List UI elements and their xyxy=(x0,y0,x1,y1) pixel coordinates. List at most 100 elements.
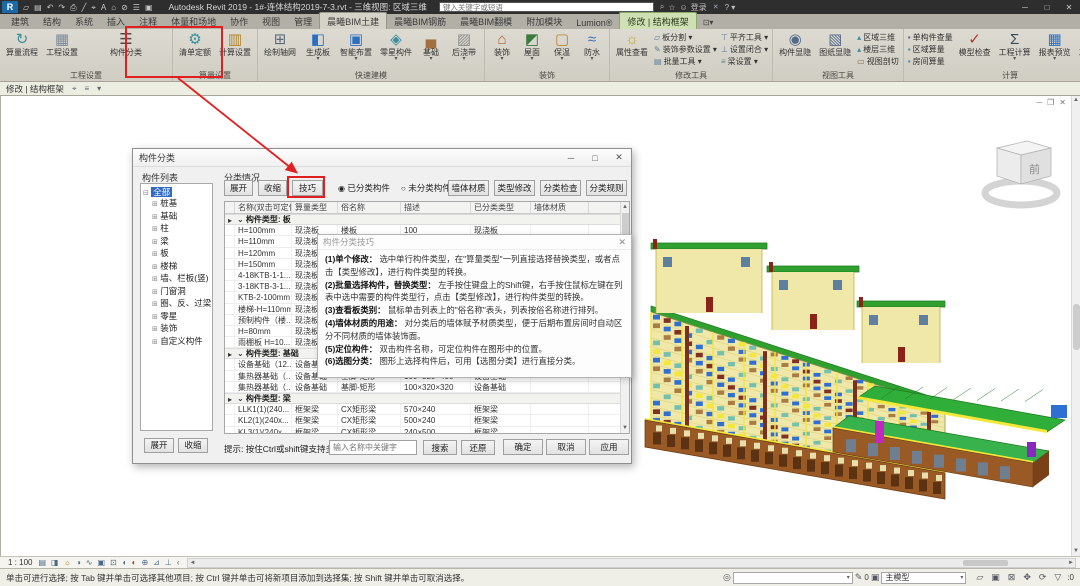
ribbon-button-draw-grid[interactable]: ⊞绘制轴网 xyxy=(260,30,300,58)
table-scroll-down-icon[interactable]: ▼ xyxy=(621,423,629,433)
drawing-area[interactable]: 前 ─ ❐ ✕ ▲ ▼ 构件分类 ─ □ ✕ 构件列表 ⊟ 全部⊞ 桩基⊞ 基础… xyxy=(0,96,1080,556)
ribbon-button-decoration-params[interactable]: ✎装饰参数设置 ▾ xyxy=(652,44,719,56)
text-icon[interactable]: A xyxy=(99,1,108,14)
search-input[interactable] xyxy=(439,2,654,12)
thin-lines-icon[interactable]: ☰ xyxy=(131,1,142,14)
revit-app-icon[interactable]: R xyxy=(2,1,18,13)
shadows-icon[interactable]: ◑ xyxy=(76,557,81,568)
radio-unclassified[interactable]: ○ 未分类构件 xyxy=(401,182,451,194)
show-crop-icon[interactable]: ⊡ xyxy=(110,557,117,568)
tab-注释[interactable]: 注释 xyxy=(132,13,164,29)
options-icon-1[interactable]: ⌖ xyxy=(72,84,77,94)
options-dropdown-icon[interactable]: ▾ xyxy=(97,84,101,93)
collapse-button[interactable]: 收缩 xyxy=(258,180,287,196)
help-menu-icon[interactable]: ? ▾ xyxy=(725,3,736,12)
minimize-button[interactable]: ─ xyxy=(1014,1,1036,14)
tab-overflow-icon[interactable]: ⊡▾ xyxy=(697,16,720,29)
ribbon-button-set-closure[interactable]: ⊥设置闭合 ▾ xyxy=(719,44,770,56)
tree-item-基础[interactable]: ⊞ 基础 xyxy=(143,211,212,224)
ribbon-button-insulation[interactable]: ▢保温▾ xyxy=(547,30,577,63)
column-header-已分类类型[interactable]: 已分类类型 xyxy=(471,202,531,213)
design-options-combobox[interactable]: 主模型▾ xyxy=(881,572,966,584)
open-icon[interactable]: ▱ xyxy=(21,1,31,14)
view-close-icon[interactable]: ✕ xyxy=(1059,98,1066,107)
close-button[interactable]: ✕ xyxy=(1058,1,1080,14)
search-button[interactable]: 搜索 xyxy=(423,440,457,455)
more-icon[interactable]: ‹ xyxy=(177,557,180,568)
table-group-row[interactable]: ▸⌄ 构件类型: 板 xyxy=(225,214,629,225)
wall-material-button[interactable]: 墙体材质 xyxy=(448,180,489,196)
ok-button[interactable]: 确定 xyxy=(503,439,543,455)
ribbon-button-project-export[interactable]: ⊡工程导出▾ xyxy=(1075,30,1080,63)
tab-协作[interactable]: 协作 xyxy=(223,13,255,29)
dialog-maximize-icon[interactable]: □ xyxy=(583,153,607,163)
measure-icon[interactable]: ╱ xyxy=(80,1,89,14)
column-header-墙体材质[interactable]: 墙体材质 xyxy=(531,202,589,213)
apply-button[interactable]: 应用 xyxy=(589,439,629,455)
scroll-left-icon[interactable]: ◄ xyxy=(189,559,195,568)
table-row[interactable]: KL3(1)(240x...框架梁CX矩形梁240×500框架梁 xyxy=(225,427,629,434)
scroll-up-icon[interactable]: ▲ xyxy=(1072,96,1080,105)
tree-item-自定义构件[interactable]: ⊞ 自定义构件 xyxy=(143,336,212,349)
signin-label[interactable]: 登录 xyxy=(691,2,707,13)
column-header-名称(双击可定位)[interactable]: 名称(双击可定位) xyxy=(235,202,292,213)
keyword-input[interactable] xyxy=(329,440,417,455)
detail-level-icon[interactable]: ▤ xyxy=(38,557,46,568)
select-underlay-icon[interactable]: ▣ xyxy=(991,572,1000,583)
table-row[interactable]: LLK1(1)(240...框架梁CX矩形梁570×240框架梁 xyxy=(225,404,629,415)
ribbon-button-single-component-quantity[interactable]: ▪单构件查量 xyxy=(906,32,955,44)
worksets-icon[interactable]: ◎ xyxy=(723,572,731,583)
dimension-icon[interactable]: ⌖ xyxy=(89,1,98,14)
tree-item-梁[interactable]: ⊞ 梁 xyxy=(143,236,212,249)
tab-晨曦BIM钢筋[interactable]: 晨曦BIM钢筋 xyxy=(387,13,453,29)
tab-建筑[interactable]: 建筑 xyxy=(4,13,36,29)
redo-icon[interactable]: ↷ xyxy=(56,1,67,14)
table-row[interactable]: KL2(1)(240x...框架梁CX矩形梁500×240框架梁 xyxy=(225,415,629,426)
view-minimize-icon[interactable]: ─ xyxy=(1036,98,1042,107)
column-header-描述[interactable]: 描述 xyxy=(401,202,471,213)
tab-结构[interactable]: 结构 xyxy=(36,13,68,29)
ribbon-button-floor-3d[interactable]: ▴楼层三维 xyxy=(855,44,901,56)
tab-视图[interactable]: 视图 xyxy=(255,13,287,29)
classify-check-button[interactable]: 分类检查 xyxy=(540,180,581,196)
tab-晨曦BIM土建[interactable]: 晨曦BIM土建 xyxy=(319,12,387,29)
tab-修改-结构框架[interactable]: 修改 | 结构框架 xyxy=(619,12,696,29)
type-modify-button[interactable]: 类型修改 xyxy=(494,180,535,196)
ribbon-button-align-tools[interactable]: ⊤平齐工具 ▾ xyxy=(719,32,770,44)
tab-管理[interactable]: 管理 xyxy=(287,13,319,29)
undo-icon[interactable]: ↶ xyxy=(45,1,56,14)
view-restore-icon[interactable]: ❐ xyxy=(1047,98,1054,107)
component-tree[interactable]: ⊟ 全部⊞ 桩基⊞ 基础⊞ 柱⊞ 梁⊞ 板⊞ 楼梯⊞ 墙、栏板(竖)⊞ 门窗洞⊞… xyxy=(140,183,213,431)
expand-button[interactable]: 展开 xyxy=(224,180,253,196)
dialog-title-bar[interactable]: 构件分类 ─ □ ✕ xyxy=(133,149,631,167)
sun-path-icon[interactable]: ☼ xyxy=(64,557,71,568)
ribbon-button-region-3d[interactable]: ▴区域三维 xyxy=(855,32,901,44)
ribbon-button-report-preview[interactable]: ▦报表预览▾ xyxy=(1035,30,1075,63)
ribbon-button-project-calc[interactable]: Σ工程计算▾ xyxy=(995,30,1035,63)
table-scroll-up-icon[interactable]: ▲ xyxy=(621,202,629,212)
switch-windows-icon[interactable]: ▣ xyxy=(143,1,155,14)
tab-系统[interactable]: 系统 xyxy=(68,13,100,29)
ribbon-button-bill-quota[interactable]: ⚙清单定额 xyxy=(175,30,215,58)
ribbon-button-region-quantity[interactable]: ▪区域算量 xyxy=(906,44,955,56)
tree-item-零星[interactable]: ⊞ 零星 xyxy=(143,311,212,324)
tree-item-板[interactable]: ⊞ 板 xyxy=(143,248,212,261)
home-3d-icon[interactable]: ⌂ xyxy=(109,1,118,14)
scale-label[interactable]: 1 : 100 xyxy=(0,558,38,567)
column-header-算量类型[interactable]: 算量类型 xyxy=(292,202,338,213)
scroll-right-icon[interactable]: ► xyxy=(1068,559,1074,568)
temporary-view-icon[interactable]: ⊕ xyxy=(141,557,148,568)
tab-体量和场地[interactable]: 体量和场地 xyxy=(164,13,223,29)
maximize-button[interactable]: □ xyxy=(1036,1,1058,14)
ribbon-button-smart-layout[interactable]: ▣智能布置▾ xyxy=(336,30,376,63)
tab-晨曦BIM翻模[interactable]: 晨曦BIM翻模 xyxy=(453,13,519,29)
classify-rules-button[interactable]: 分类规则 xyxy=(586,180,627,196)
search-icon[interactable]: ⌕ xyxy=(660,2,664,12)
ribbon-button-view-section[interactable]: ▭视图剖切 xyxy=(855,56,901,68)
3d-building-model[interactable]: 前 xyxy=(636,130,1080,500)
reset-button[interactable]: 还原 xyxy=(461,440,495,455)
cancel-button[interactable]: 取消 xyxy=(546,439,586,455)
exchange-apps-icon[interactable]: ✕ xyxy=(713,3,719,11)
tree-expand-button[interactable]: 展开 xyxy=(144,438,174,453)
viewcube[interactable]: 前 xyxy=(985,141,1057,205)
